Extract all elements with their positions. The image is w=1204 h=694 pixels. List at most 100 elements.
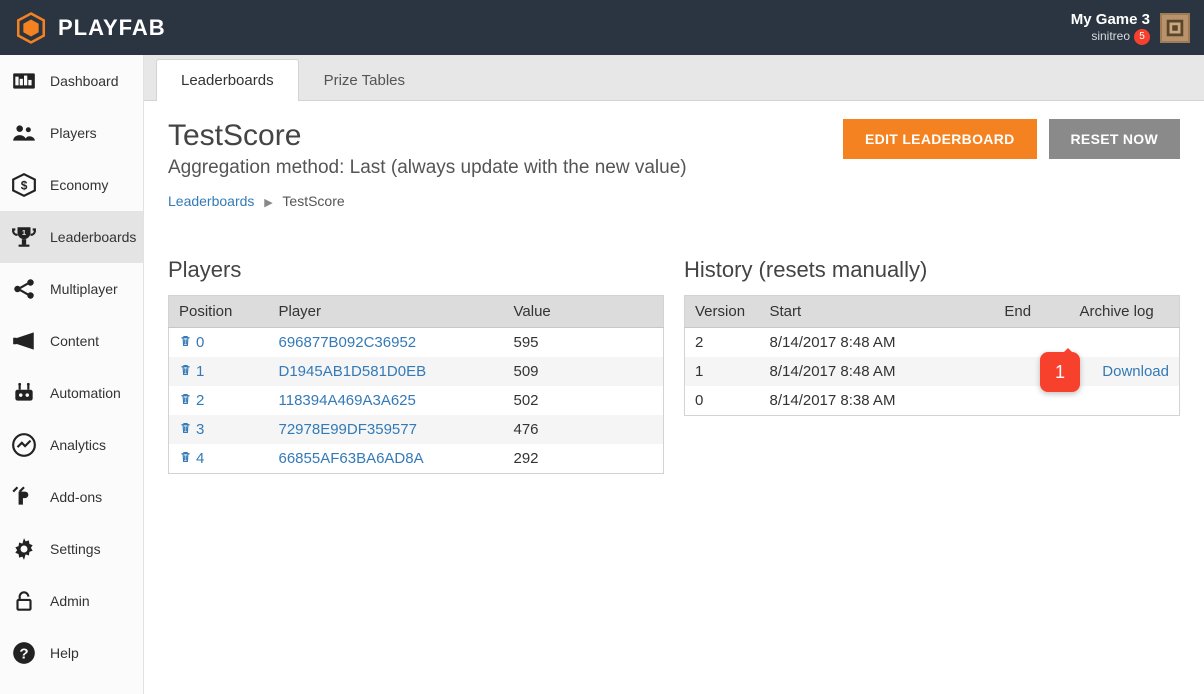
player-link[interactable]: 696877B092C36952: [279, 334, 417, 351]
chevron-right-icon: ▶: [264, 197, 272, 209]
breadcrumb-root[interactable]: Leaderboards: [168, 193, 254, 209]
breadcrumb: Leaderboards ▶ TestScore: [168, 193, 1180, 209]
table-row: 4 66855AF63BA6AD8A 292: [169, 444, 664, 474]
player-link[interactable]: 118394A469A3A625: [279, 392, 416, 409]
leaderboards-icon: 1: [10, 223, 38, 251]
archive-cell: [1070, 386, 1180, 416]
history-panel: History (resets manually) Version Start …: [684, 257, 1180, 474]
trash-icon[interactable]: [179, 334, 192, 348]
player-link[interactable]: 66855AF63BA6AD8A: [279, 450, 424, 467]
tabbar: Leaderboards Prize Tables: [144, 55, 1204, 101]
sidebar-item-content[interactable]: Content: [0, 315, 143, 367]
archive-cell: Download: [1070, 357, 1180, 386]
page-subtitle: Aggregation method: Last (always update …: [168, 157, 687, 179]
sidebar-item-dashboard[interactable]: Dashboard: [0, 55, 143, 107]
col-archive: Archive log: [1070, 296, 1180, 328]
sidebar-item-admin[interactable]: Admin: [0, 575, 143, 627]
sidebar-item-label: Settings: [50, 541, 101, 557]
col-position: Position: [169, 296, 269, 328]
start-cell: 8/14/2017 8:48 AM: [760, 328, 995, 358]
account-block[interactable]: My Game 3 sinitreo 5: [1071, 11, 1190, 45]
col-version: Version: [685, 296, 760, 328]
username: sinitreo: [1091, 29, 1130, 43]
automation-icon: [10, 379, 38, 407]
reset-now-button[interactable]: RESET NOW: [1049, 119, 1180, 159]
callout-marker: 1: [1040, 352, 1080, 392]
main: Leaderboards Prize Tables TestScore Aggr…: [144, 55, 1204, 694]
svg-text:1: 1: [22, 228, 26, 237]
position-link[interactable]: 0: [196, 334, 204, 351]
sidebar-item-help[interactable]: ? Help: [0, 627, 143, 679]
download-link[interactable]: Download: [1102, 363, 1169, 380]
start-cell: 8/14/2017 8:38 AM: [760, 386, 995, 416]
sidebar: Dashboard Players $ Economy 1 Leaderboar…: [0, 55, 144, 694]
sidebar-item-label: Automation: [50, 385, 121, 401]
table-row: 18/14/2017 8:48 AM Download: [685, 357, 1180, 386]
table-row: 0 696877B092C36952 595: [169, 328, 664, 358]
table-row: 28/14/2017 8:48 AM: [685, 328, 1180, 358]
sidebar-item-label: Leaderboards: [50, 229, 136, 245]
sidebar-item-label: Multiplayer: [50, 281, 118, 297]
sidebar-item-label: Help: [50, 645, 79, 661]
players-panel-title: Players: [168, 257, 664, 283]
sidebar-item-players[interactable]: Players: [0, 107, 143, 159]
sidebar-item-label: Players: [50, 125, 97, 141]
start-cell: 8/14/2017 8:48 AM: [760, 357, 995, 386]
sidebar-item-label: Dashboard: [50, 73, 119, 89]
sidebar-item-analytics[interactable]: Analytics: [0, 419, 143, 471]
svg-text:?: ?: [19, 645, 28, 662]
settings-icon: [10, 535, 38, 563]
history-table: Version Start End Archive log 28/14/2017…: [684, 295, 1180, 416]
trash-icon[interactable]: [179, 363, 192, 377]
col-end: End: [994, 296, 1069, 328]
economy-icon: $: [10, 171, 38, 199]
edit-leaderboard-button[interactable]: EDIT LEADERBOARD: [843, 119, 1036, 159]
breadcrumb-current: TestScore: [282, 193, 344, 209]
player-link[interactable]: 72978E99DF359577: [279, 421, 417, 438]
sidebar-item-automation[interactable]: Automation: [0, 367, 143, 419]
trash-icon[interactable]: [179, 421, 192, 435]
game-name: My Game 3: [1071, 11, 1150, 29]
sidebar-item-leaderboards[interactable]: 1 Leaderboards: [0, 211, 143, 263]
sidebar-item-label: Economy: [50, 177, 108, 193]
position-link[interactable]: 3: [196, 421, 204, 438]
players-icon: [10, 119, 38, 147]
value-cell: 292: [504, 444, 664, 474]
avatar[interactable]: [1160, 13, 1190, 43]
position-link[interactable]: 1: [196, 363, 204, 380]
value-cell: 595: [504, 328, 664, 358]
page-title: TestScore: [168, 119, 687, 153]
col-value: Value: [504, 296, 664, 328]
tab-prize-tables[interactable]: Prize Tables: [299, 59, 430, 101]
players-panel: Players Position Player Value 0 696877B09…: [168, 257, 664, 474]
help-icon: ?: [10, 639, 38, 667]
player-link[interactable]: D1945AB1D581D0EB: [279, 363, 427, 380]
position-link[interactable]: 2: [196, 392, 204, 409]
dashboard-icon: [10, 67, 38, 95]
table-row: 1D1945AB1D581D0EB509: [169, 357, 664, 386]
topbar: PLAYFAB My Game 3 sinitreo 5: [0, 0, 1204, 55]
value-cell: 476: [504, 415, 664, 444]
brand-name: PLAYFAB: [58, 15, 166, 41]
sidebar-item-settings[interactable]: Settings: [0, 523, 143, 575]
position-link[interactable]: 4: [196, 450, 204, 467]
brand[interactable]: PLAYFAB: [14, 11, 166, 45]
admin-icon: [10, 587, 38, 615]
trash-icon[interactable]: [179, 392, 192, 406]
sidebar-item-label: Analytics: [50, 437, 106, 453]
table-row: 3 72978E99DF359577 476: [169, 415, 664, 444]
sidebar-item-economy[interactable]: $ Economy: [0, 159, 143, 211]
trash-icon[interactable]: [179, 450, 192, 464]
sidebar-item-multiplayer[interactable]: Multiplayer: [0, 263, 143, 315]
multiplayer-icon: [10, 275, 38, 303]
value-cell: 502: [504, 386, 664, 415]
svg-text:$: $: [21, 178, 28, 192]
version-cell: 1: [685, 357, 760, 386]
sidebar-item-label: Add-ons: [50, 489, 102, 505]
content-icon: [10, 327, 38, 355]
history-panel-title: History (resets manually): [684, 257, 1180, 283]
tab-leaderboards[interactable]: Leaderboards: [156, 59, 299, 101]
notification-badge[interactable]: 5: [1134, 29, 1150, 45]
col-player: Player: [269, 296, 504, 328]
sidebar-item-addons[interactable]: Add-ons: [0, 471, 143, 523]
